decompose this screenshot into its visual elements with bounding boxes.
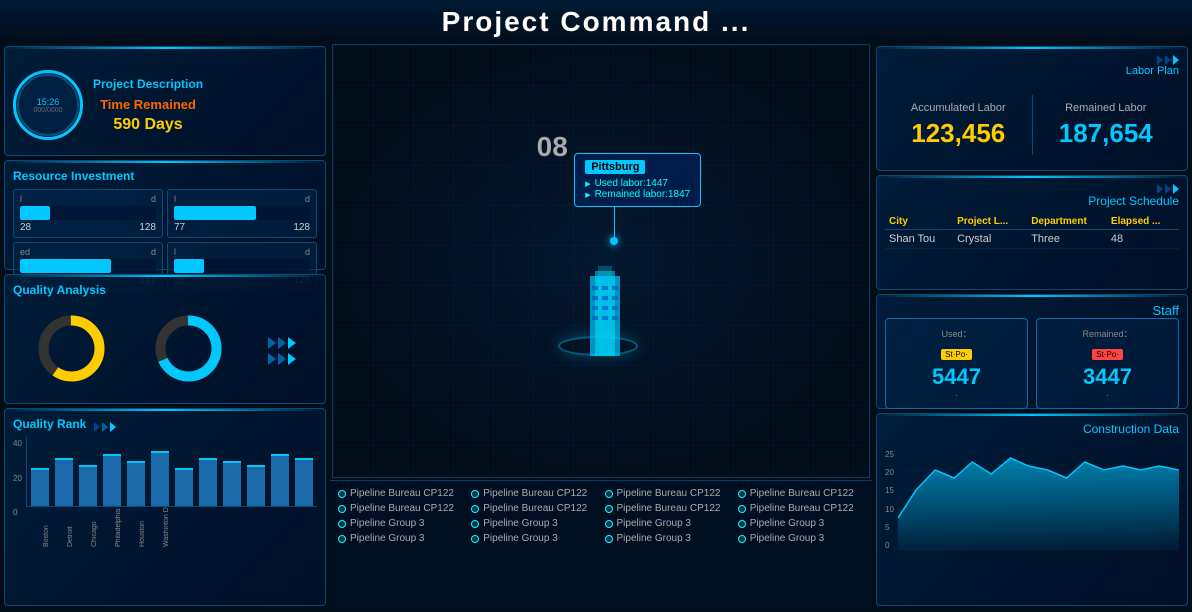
schedule-dept: Three — [1027, 230, 1107, 249]
staff-used-card: Used： St·Po· 5447 · — [885, 318, 1028, 409]
gauge-time: 15:26 — [33, 97, 62, 107]
schedule-project: Crystal — [953, 230, 1027, 249]
pipeline-col-3: Pipeline Bureau CP122 Pipeline Bureau CP… — [603, 487, 733, 604]
resource-item-1: l d 28128 — [13, 189, 163, 238]
project-description-box: 15:26 000/0000 Project Description Time … — [4, 46, 326, 156]
quality-title: Quality Analysis — [13, 283, 317, 297]
pipeline-item: Pipeline Group 3 — [469, 517, 599, 530]
circular-gauge: 15:26 000/0000 — [13, 70, 83, 140]
map-number: 08 — [537, 131, 568, 163]
schedule-elapsed: 48 — [1107, 230, 1179, 249]
pipeline-col-2: Pipeline Bureau CP122 Pipeline Bureau CP… — [469, 487, 599, 604]
right-panel: Labor Plan Accumulated Labor 123,456 Rem… — [872, 42, 1192, 610]
accumulated-value: 123,456 — [885, 118, 1032, 149]
staff-remained-label: Remained： — [1045, 327, 1170, 340]
remained-labor-stat: Remained labor:1847 — [585, 189, 690, 200]
pipeline-item: Pipeline Group 3 — [603, 517, 733, 530]
project-desc-title: Project Description — [93, 77, 203, 91]
city-name: Pittsburg — [585, 160, 645, 174]
staff-title: Staff — [1152, 303, 1179, 318]
schedule-col-project: Project L... — [953, 214, 1027, 230]
time-remained-label: Time Remained — [93, 97, 203, 112]
donut-chart-yellow — [34, 311, 109, 391]
resource-item-2: l d 77128 — [167, 189, 317, 238]
res-label-left: l — [20, 194, 22, 204]
quality-arrows — [268, 337, 296, 365]
pipeline-item: Pipeline Bureau CP122 — [336, 487, 466, 500]
pipeline-item: Pipeline Group 3 — [469, 532, 599, 545]
pipeline-item: Pipeline Group 3 — [603, 532, 733, 545]
staff-remained-card: Remained： St·Po· 3447 · — [1036, 318, 1179, 409]
city-marker: Pittsburg Used labor:1447 Remained labor… — [574, 153, 701, 245]
left-panel: 15:26 000/0000 Project Description Time … — [0, 42, 330, 610]
schedule-city: Shan Tou — [885, 230, 953, 249]
page-title: Project Command ... — [442, 6, 751, 37]
gauge-sub: 000/0000 — [33, 107, 62, 114]
schedule-row: Shan Tou Crystal Three 48 — [885, 230, 1179, 249]
pipeline-item: Pipeline Bureau CP122 — [336, 502, 466, 515]
pipeline-item: Pipeline Bureau CP122 — [736, 502, 866, 515]
staff-used-tag: St·Po· — [941, 349, 972, 360]
labor-plan-label: Labor Plan — [1126, 65, 1179, 77]
used-labor-stat: Used labor:1447 — [585, 178, 690, 189]
pipeline-item: Pipeline Bureau CP122 — [469, 502, 599, 515]
staff-box: Staff Used： St·Po· 5447 · Remained： St·P… — [876, 294, 1188, 409]
pipeline-item: Pipeline Bureau CP122 — [469, 487, 599, 500]
pipeline-col-4: Pipeline Bureau CP122 Pipeline Bureau CP… — [736, 487, 866, 604]
pipeline-item: Pipeline Group 3 — [336, 532, 466, 545]
resource-title: Resource Investment — [13, 169, 317, 183]
map-area: 08 Pittsburg Used labor:1447 Remained la… — [332, 44, 870, 478]
quality-rank-box: Quality Rank 40 20 0 — [4, 408, 326, 606]
pipeline-list: Pipeline Bureau CP122 Pipeline Bureau CP… — [330, 480, 872, 610]
staff-remained-tag: St·Po· — [1092, 349, 1123, 360]
page-header: Project Command ... — [0, 0, 1192, 42]
bar-chart-y-labels: 40 20 0 — [13, 437, 22, 517]
staff-used-value: 5447 — [894, 364, 1019, 390]
city-popup: Pittsburg Used labor:1447 Remained labor… — [574, 153, 701, 207]
staff-used-sub: · — [894, 390, 1019, 400]
accumulated-labor-section: Accumulated Labor 123,456 — [885, 102, 1032, 149]
res-label-right: d — [151, 194, 156, 204]
staff-remained-sub: · — [1045, 390, 1170, 400]
quality-analysis-box: Quality Analysis — [4, 274, 326, 404]
staff-remained-value: 3447 — [1045, 364, 1170, 390]
resource-investment-box: Resource Investment l d 28128 l d — [4, 160, 326, 270]
project-schedule-box: Project Schedule City Project L... Depar… — [876, 175, 1188, 290]
quality-rank-title: Quality Rank — [13, 417, 86, 431]
schedule-table: City Project L... Department Elapsed ...… — [885, 214, 1179, 249]
labor-box: Labor Plan Accumulated Labor 123,456 Rem… — [876, 46, 1188, 171]
pipeline-item: Pipeline Group 3 — [336, 517, 466, 530]
schedule-col-city: City — [885, 214, 953, 230]
pipeline-item: Pipeline Group 3 — [736, 532, 866, 545]
construction-chart — [898, 450, 1179, 550]
construction-data-box: Construction Data 25 20 15 10 5 0 — [876, 413, 1188, 606]
pipeline-item: Pipeline Group 3 — [736, 517, 866, 530]
construction-title: Construction Data — [1083, 422, 1179, 436]
schedule-title: Project Schedule — [1088, 194, 1179, 208]
pipeline-col-1: Pipeline Bureau CP122 Pipeline Bureau CP… — [336, 487, 466, 604]
building-icon — [580, 266, 630, 356]
pipeline-item: Pipeline Bureau CP122 — [603, 502, 733, 515]
pipeline-item: Pipeline Bureau CP122 — [736, 487, 866, 500]
remained-labor-value: 187,654 — [1033, 118, 1180, 149]
remained-labor-label: Remained Labor — [1033, 102, 1180, 114]
pipeline-item: Pipeline Bureau CP122 — [603, 487, 733, 500]
remained-labor-section: Remained Labor 187,654 — [1033, 102, 1180, 149]
donut-chart-cyan — [151, 311, 226, 391]
center-panel: 08 Pittsburg Used labor:1447 Remained la… — [330, 42, 872, 610]
schedule-col-elapsed: Elapsed ... — [1107, 214, 1179, 230]
accumulated-label: Accumulated Labor — [885, 102, 1032, 114]
schedule-col-dept: Department — [1027, 214, 1107, 230]
staff-used-label: Used： — [894, 327, 1019, 340]
days-value: 590 Days — [93, 116, 203, 134]
